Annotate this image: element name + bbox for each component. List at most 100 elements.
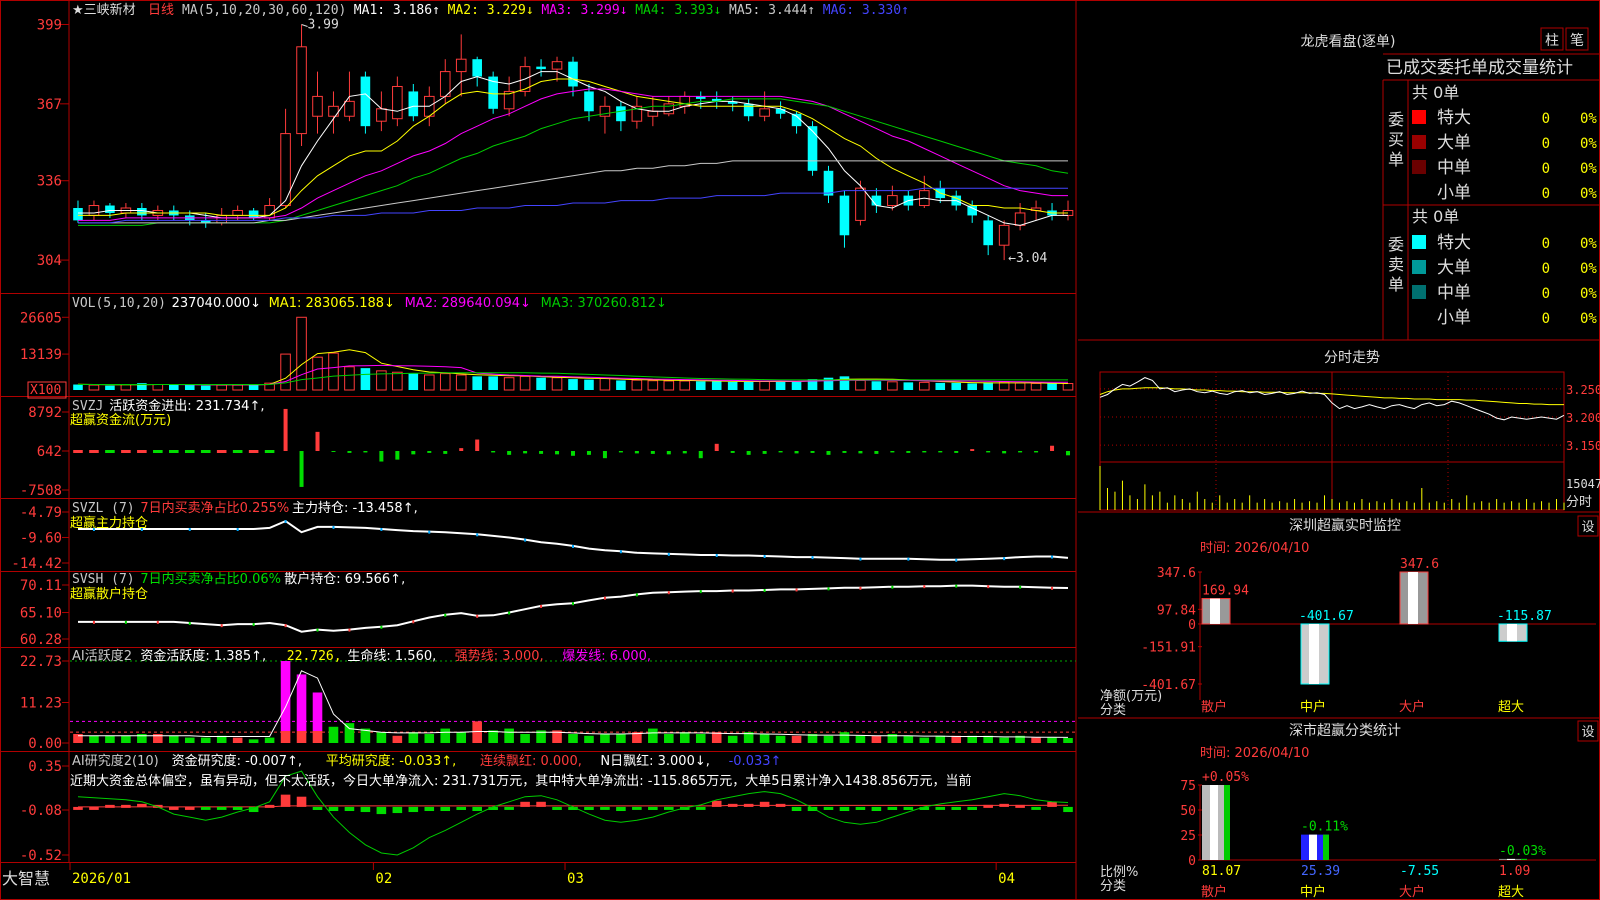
order-book-subtitle: 已成交委托单成交量统计 bbox=[1386, 58, 1573, 78]
volume-bar bbox=[472, 376, 482, 390]
fund-flow-bar bbox=[698, 451, 703, 459]
fund-flow-bar bbox=[347, 451, 352, 453]
research-bar bbox=[839, 806, 850, 812]
fund-flow-bar bbox=[970, 449, 975, 451]
buy-orders-label: 委 bbox=[1388, 110, 1404, 129]
fund-flow-bar bbox=[650, 451, 655, 454]
price-y-tick-label: 367 bbox=[37, 97, 62, 113]
retail-position-dot bbox=[380, 625, 383, 629]
buy-orders-label: 买 bbox=[1388, 130, 1404, 149]
volume-bar bbox=[200, 385, 211, 390]
sell-row-swatch bbox=[1412, 285, 1426, 299]
candle-body-down bbox=[616, 106, 626, 122]
candle-body-down bbox=[775, 108, 786, 114]
sell-row-name: 特大 bbox=[1437, 233, 1471, 253]
volume-bar bbox=[105, 385, 115, 390]
volume-bar bbox=[439, 373, 451, 391]
bar-view-label: 柱 bbox=[1545, 33, 1559, 49]
ai-research-header-item: 连续飘红: 0.000, bbox=[480, 753, 582, 769]
research-bar bbox=[871, 806, 882, 812]
svsh-subtitle: 超赢散户持仓 bbox=[70, 586, 148, 602]
volume-bar bbox=[727, 381, 738, 390]
intraday-vol-unit: 分时 bbox=[1566, 495, 1592, 510]
main-position-dot bbox=[763, 555, 766, 559]
research-bar bbox=[376, 806, 387, 815]
sell-orders-label: 单 bbox=[1388, 275, 1404, 294]
retail-position-dot bbox=[859, 586, 862, 590]
activity-bar bbox=[264, 737, 275, 743]
candle-body-up bbox=[455, 58, 467, 73]
activity-bar bbox=[759, 733, 770, 743]
fund-flow-bar bbox=[363, 451, 368, 453]
sz-monitor-bar bbox=[1399, 571, 1429, 625]
sz-classify-bar-shine bbox=[1210, 785, 1218, 860]
ma-header-item: MA3: 3.299↓ bbox=[541, 3, 627, 18]
candle-body-up bbox=[647, 110, 659, 117]
activity-bar bbox=[584, 735, 594, 743]
fund-flow-bar bbox=[137, 450, 147, 453]
retail-position-dot bbox=[508, 611, 511, 615]
research-bar bbox=[1063, 806, 1073, 813]
sz-classify-bar-edge bbox=[1521, 858, 1527, 860]
sz-classify-bar-edge bbox=[1224, 785, 1230, 860]
retail-position-dot bbox=[635, 593, 638, 597]
activity-bar bbox=[440, 728, 451, 743]
buy-row-pct: 0% bbox=[1580, 186, 1597, 202]
sz-monitor-title: 深圳超赢实时监控 bbox=[1289, 517, 1401, 534]
candle-body-up bbox=[216, 214, 227, 224]
intraday-vol-label: 15047 bbox=[1566, 477, 1600, 491]
volume-bar bbox=[120, 384, 132, 391]
fund-flow-bar bbox=[264, 450, 275, 453]
volume-bar bbox=[919, 381, 930, 391]
fund-flow-bar bbox=[938, 451, 943, 453]
retail-position-dot bbox=[540, 604, 543, 608]
vol-header-item: VOL(5,10,20) bbox=[72, 296, 166, 311]
ai-y-tick-label: 11.23 bbox=[20, 695, 62, 711]
volume-bar bbox=[248, 384, 259, 390]
activity-bar bbox=[1047, 737, 1057, 743]
research-bar bbox=[711, 800, 722, 807]
fund-flow-bar bbox=[443, 451, 448, 454]
sell-row-pct: 0% bbox=[1580, 236, 1597, 252]
brand-label: 大智慧 bbox=[2, 869, 50, 888]
candle-body-down bbox=[568, 61, 578, 87]
fund-flow-bar bbox=[714, 443, 719, 451]
retail-position-dot bbox=[923, 585, 926, 589]
research-bar bbox=[137, 803, 147, 807]
activity-bar bbox=[232, 737, 243, 743]
svsh-header-item: SVSH (7) bbox=[72, 572, 135, 587]
svsh-y-tick-label: 65.10 bbox=[20, 606, 62, 622]
sz-classify-ylabel: 比例% bbox=[1100, 865, 1138, 880]
candle-body-up bbox=[759, 108, 770, 117]
main-position-dot bbox=[955, 558, 958, 562]
research-bar bbox=[759, 801, 770, 807]
volume-bar bbox=[791, 381, 802, 390]
activity-bar bbox=[903, 735, 914, 743]
research-bar bbox=[855, 806, 866, 810]
fund-flow-bar bbox=[842, 451, 847, 453]
sz-classify-change: -0.03% bbox=[1499, 844, 1546, 859]
volume-bar bbox=[743, 381, 754, 390]
candle-body-down bbox=[408, 91, 419, 117]
ma-line-ma4 bbox=[78, 98, 1069, 226]
candle-body-up bbox=[296, 46, 307, 135]
volume-bar bbox=[184, 384, 195, 390]
activity-bar-base bbox=[280, 731, 291, 743]
svsh-y-tick-label: 70.11 bbox=[20, 578, 62, 594]
sell-row-value: 0 bbox=[1542, 236, 1550, 252]
fund-flow-bar bbox=[858, 451, 863, 454]
fund-flow-bar bbox=[299, 451, 304, 487]
buy-row-swatch bbox=[1412, 135, 1426, 149]
fund-flow-bar bbox=[200, 450, 211, 453]
activity-bar bbox=[839, 732, 850, 743]
retail-position-dot bbox=[220, 624, 223, 628]
research-bar bbox=[296, 796, 307, 807]
retail-position-dot bbox=[731, 589, 734, 593]
svzl-header-item: 主力持仓: -13.458↑, bbox=[292, 501, 418, 516]
candle-body-up bbox=[855, 187, 866, 221]
activity-bar bbox=[600, 733, 610, 743]
research-bar bbox=[791, 806, 802, 812]
main-position-dot bbox=[332, 525, 335, 529]
main-position-dot bbox=[476, 533, 479, 537]
fund-flow-bar bbox=[315, 431, 320, 451]
